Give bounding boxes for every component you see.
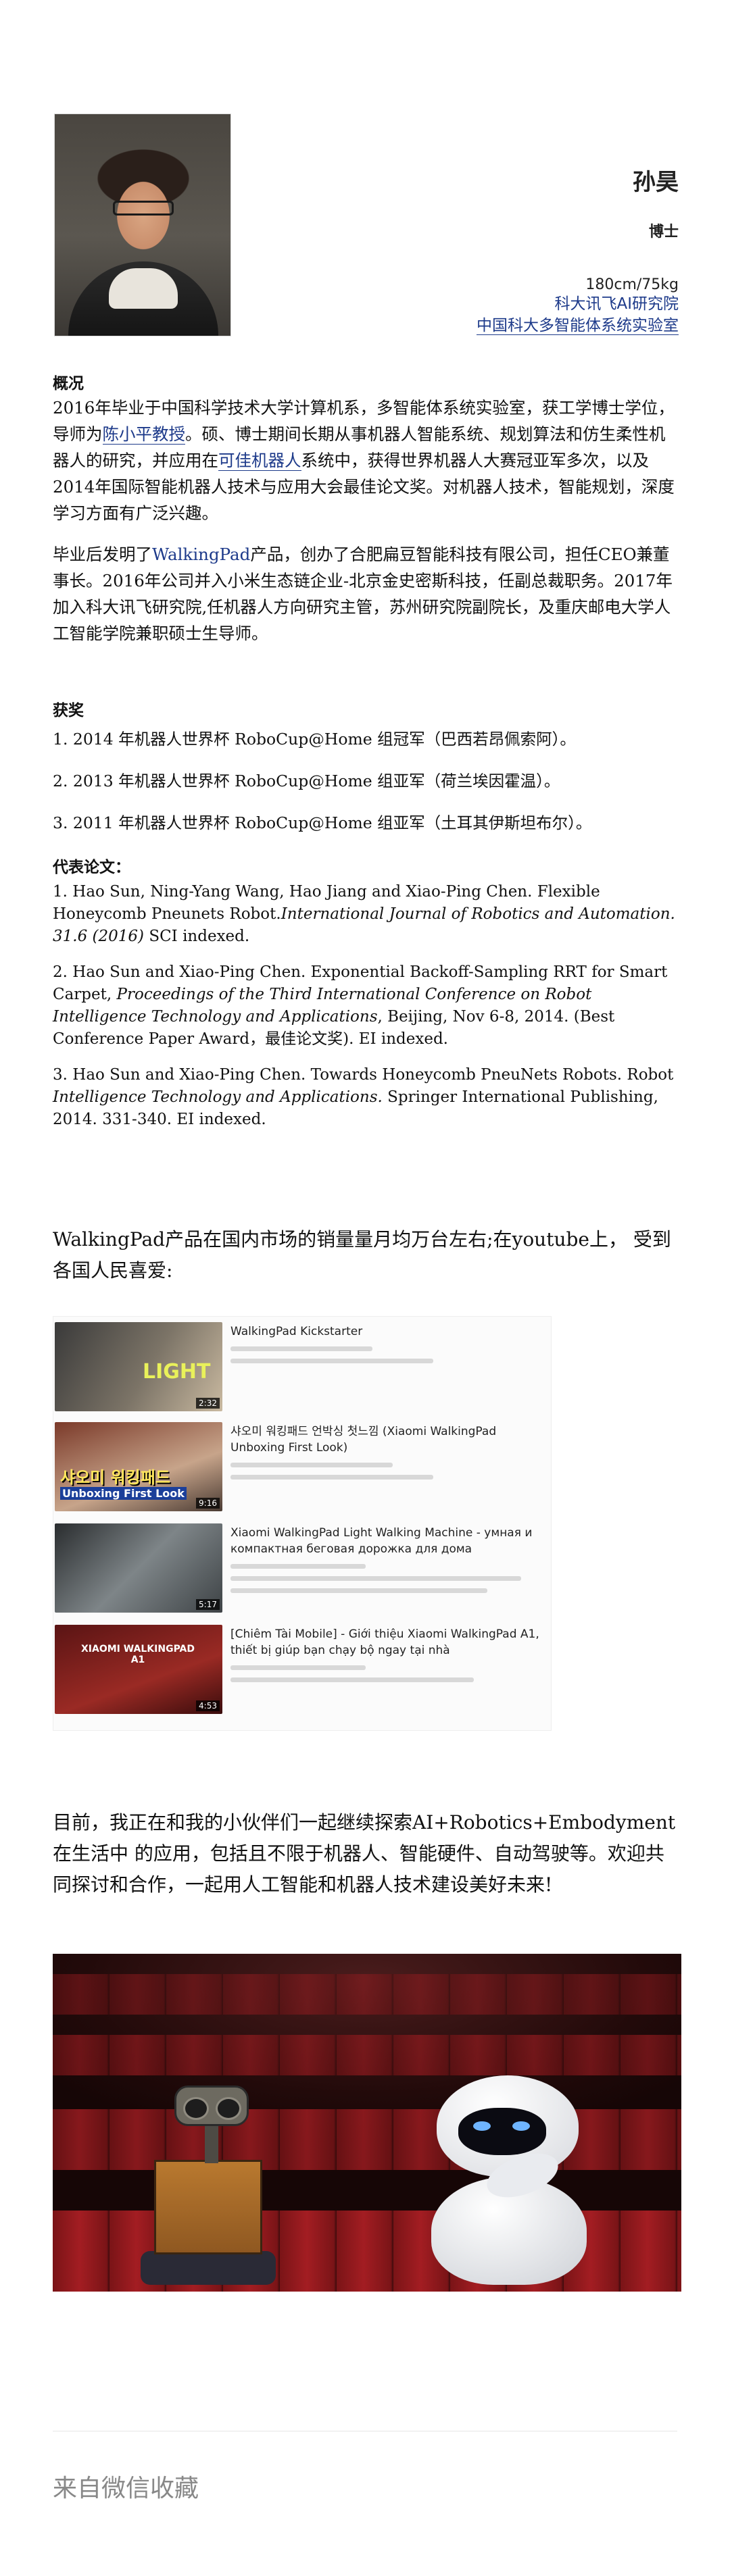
- video-meta-line: [230, 1346, 372, 1351]
- paper-item-3: 3. Hao Sun and Xiao-Ping Chen. Towards H…: [53, 1064, 681, 1131]
- video-duration: 9:16: [196, 1498, 220, 1509]
- video-meta-line: [230, 1475, 433, 1480]
- profile-height-weight: 180cm/75kg: [585, 276, 679, 293]
- awards-heading: 获奖: [53, 702, 84, 719]
- overview-paragraph-2: 毕业后发明了WalkingPad产品，创办了合肥扁豆智能科技有限公司，担任CEO…: [53, 541, 681, 647]
- thumbnail-overlay-text: LIGHT: [143, 1360, 211, 1384]
- youtube-video-list: LIGHT 2:32 WalkingPad Kickstarter 샤오미 워킹…: [53, 1316, 552, 1731]
- photo-glasses: [113, 201, 174, 216]
- wall-e-eye: [216, 2097, 241, 2120]
- closing-text: 目前，我正在和我的小伙伴们一起继续探索AI+Robotics+Embodymen…: [53, 1811, 676, 1896]
- wall-e-tread: [141, 2251, 276, 2285]
- advisor-link[interactable]: 陈小平教授: [102, 424, 185, 445]
- sales-text: WalkingPad产品在国内市场的销量量月均万台左右;在youtube上， 受…: [53, 1228, 671, 1282]
- video-meta-line: [230, 1359, 433, 1363]
- video-item[interactable]: 5:17 Xiaomi WalkingPad Light Walking Mac…: [53, 1521, 552, 1615]
- award-item: 3. 2011 年机器人世界杯 RoboCup@Home 组亚军（土耳其伊斯坦布…: [53, 813, 592, 832]
- eve-eye: [512, 2121, 530, 2131]
- award-item: 1. 2014 年机器人世界杯 RoboCup@Home 组冠军（巴西若昂佩索阿…: [53, 730, 576, 749]
- walkingpad-link[interactable]: WalkingPad: [152, 545, 250, 564]
- video-thumbnail[interactable]: LIGHT 2:32: [55, 1322, 222, 1411]
- wall-e-eye: [183, 2097, 209, 2120]
- video-item[interactable]: LIGHT 2:32 WalkingPad Kickstarter: [53, 1319, 552, 1414]
- wall-e-eve-image: [53, 1954, 681, 2292]
- wall-e-neck: [205, 2123, 218, 2163]
- wall-e-head: [174, 2086, 249, 2126]
- thumbnail-overlay-subtext: Unboxing First Look: [60, 1487, 187, 1500]
- eve-face: [458, 2108, 546, 2155]
- theater-seats: [53, 2109, 681, 2170]
- video-thumbnail[interactable]: 샤오미 워킹패드 Unboxing First Look 9:16: [55, 1422, 222, 1511]
- video-title[interactable]: WalkingPad Kickstarter: [230, 1323, 541, 1340]
- photo-scarf: [109, 268, 178, 309]
- video-item[interactable]: XIAOMI WALKINGPAD A1 4:53 [Chiêm Tài Mob…: [53, 1622, 552, 1717]
- paper-venue: Intelligence Technology and Applications…: [53, 1088, 383, 1106]
- video-title[interactable]: [Chiêm Tài Mobile] - Giới thiệu Xiaomi W…: [230, 1626, 541, 1659]
- video-duration: 4:53: [196, 1700, 220, 1711]
- video-meta-line: [230, 1463, 393, 1467]
- overview-text: 毕业后发明了: [53, 545, 152, 564]
- wall-e-body: [154, 2160, 262, 2254]
- theater-seats: [53, 1974, 681, 2015]
- video-meta-line: [230, 1564, 366, 1569]
- overview-heading: 概况: [53, 375, 84, 393]
- video-meta-line: [230, 1588, 487, 1593]
- video-title[interactable]: Xiaomi WalkingPad Light Walking Machine …: [230, 1525, 541, 1557]
- paper-item-2: 2. Hao Sun and Xiao-Ping Chen. Exponenti…: [53, 961, 681, 1051]
- profile-name: 孙昊: [633, 169, 679, 196]
- profile-degree: 博士: [648, 224, 679, 241]
- video-title[interactable]: 샤오미 워킹패드 언박싱 첫느낌 (Xiaomi WalkingPad Unbo…: [230, 1423, 541, 1456]
- video-meta-line: [230, 1576, 521, 1581]
- video-item[interactable]: 샤오미 워킹패드 Unboxing First Look 9:16 샤오미 워킹…: [53, 1419, 552, 1514]
- paper-text: SCI indexed.: [144, 928, 250, 945]
- papers-heading: 代表论文：: [53, 859, 130, 876]
- thumbnail-overlay-text: XIAOMI WALKINGPAD A1: [80, 1644, 195, 1665]
- paper-item-1: 1. Hao Sun, Ning-Yang Wang, Hao Jiang an…: [53, 881, 681, 948]
- paper-text: 3. Hao Sun and Xiao-Ping Chen. Towards H…: [53, 1066, 674, 1084]
- video-meta-line: [230, 1665, 366, 1670]
- overview-section: 概况 2016年毕业于中国科学技术大学计算机系，多智能体系统实验室，获工学博士学…: [53, 373, 681, 656]
- video-duration: 2:32: [196, 1398, 220, 1409]
- profile-photo: [54, 113, 231, 336]
- kejia-robot-link[interactable]: 可佳机器人: [218, 451, 301, 471]
- papers-section: 代表论文： 1. Hao Sun, Ning-Yang Wang, Hao Ji…: [53, 857, 681, 1144]
- video-meta-line: [230, 1677, 474, 1682]
- overview-paragraph-1: 2016年毕业于中国科学技术大学计算机系，多智能体系统实验室，获工学博士学位，导…: [53, 395, 681, 526]
- thumbnail-overlay-text: 샤오미 워킹패드: [60, 1468, 170, 1487]
- eve-eye: [473, 2121, 491, 2131]
- video-thumbnail[interactable]: XIAOMI WALKINGPAD A1 4:53: [55, 1625, 222, 1714]
- wechat-favorites-footer: 来自微信收藏: [53, 2475, 199, 2502]
- profile-info: 孙昊 博士 180cm/75kg 科大讯飞AI研究院 中国科大多智能体系统实验室: [477, 163, 679, 336]
- video-thumbnail[interactable]: 5:17: [55, 1523, 222, 1613]
- theater-seats: [53, 2035, 681, 2075]
- profile-affiliation-ustc[interactable]: 中国科大多智能体系统实验室: [477, 317, 679, 335]
- award-item: 2. 2013 年机器人世界杯 RoboCup@Home 组亚军（荷兰埃因霍温）…: [53, 772, 560, 790]
- awards-section: 获奖 1. 2014 年机器人世界杯 RoboCup@Home 组冠军（巴西若昂…: [53, 700, 681, 851]
- profile-affiliation-iflytek[interactable]: 科大讯飞AI研究院: [477, 293, 679, 315]
- video-duration: 5:17: [196, 1599, 220, 1610]
